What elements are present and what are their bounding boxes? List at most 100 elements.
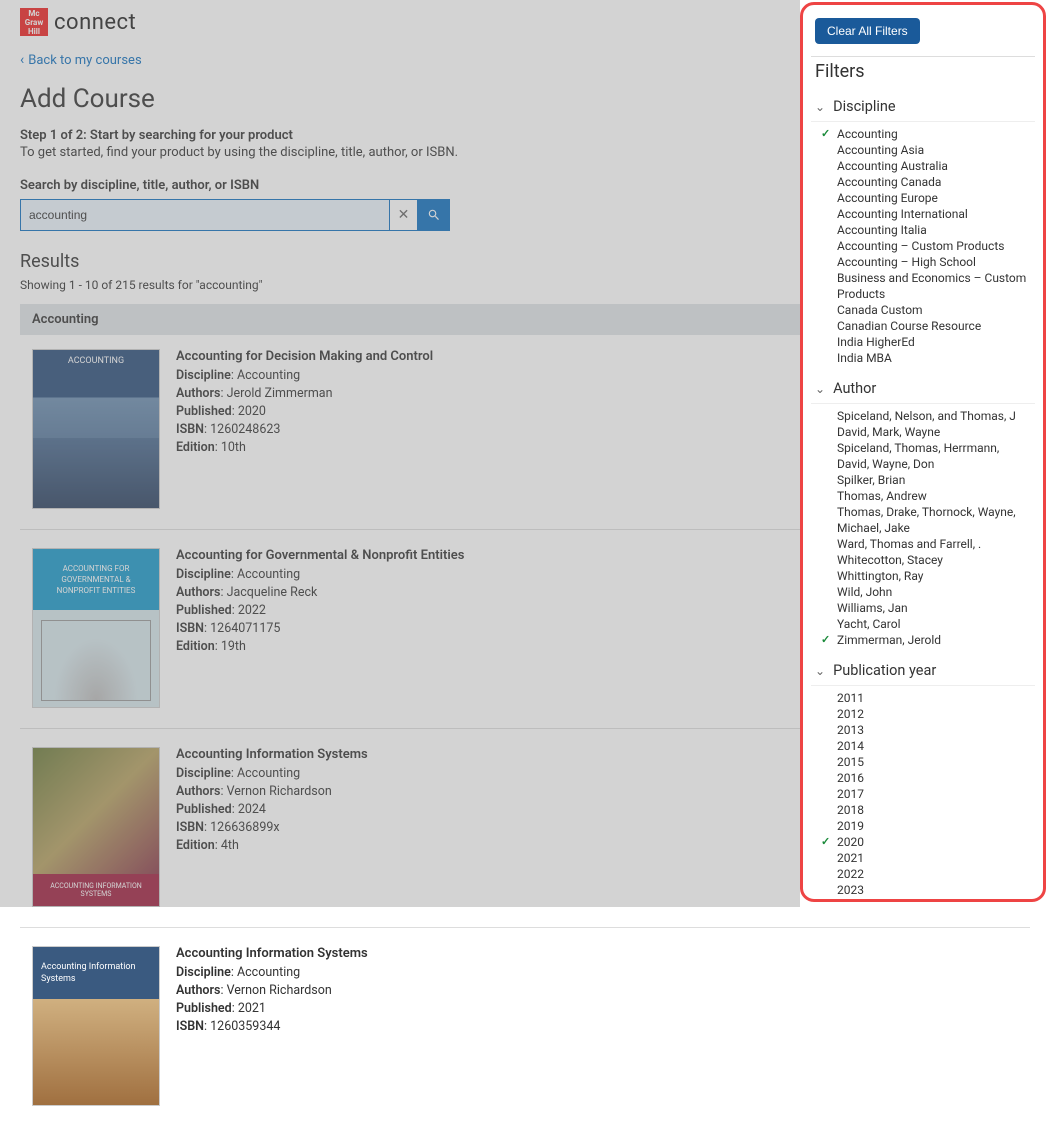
filter-option-discipline[interactable]: Accounting [835, 126, 1035, 142]
result-discipline: Discipline: Accounting [176, 566, 464, 584]
result-title: Accounting Information Systems [176, 946, 368, 961]
result-discipline: Discipline: Accounting [176, 367, 433, 385]
filter-option-discipline[interactable]: Accounting Australia [835, 158, 1035, 174]
filter-option-author[interactable]: Williams, Jan [835, 600, 1035, 616]
filter-list-discipline: AccountingAccounting AsiaAccounting Aust… [811, 122, 1035, 374]
filter-option-year[interactable]: 2014 [835, 738, 1035, 754]
clear-all-filters-button[interactable]: Clear All Filters [815, 18, 920, 44]
chevron-left-icon: ‹ [20, 52, 24, 68]
chevron-down-icon: ⌄ [815, 664, 825, 678]
filter-option-year[interactable]: 2012 [835, 706, 1035, 722]
result-isbn: ISBN: 1264071175 [176, 620, 464, 638]
filters-heading: Filters [815, 61, 1035, 82]
filter-section-author-toggle[interactable]: ⌄ Author [811, 374, 1035, 404]
close-icon: ✕ [398, 207, 410, 223]
filter-list-author: Spiceland, Nelson, and Thomas, J David, … [811, 404, 1035, 656]
filter-option-discipline[interactable]: India HigherEd [835, 334, 1035, 350]
result-published: Published: 2021 [176, 1000, 368, 1018]
result-authors: Authors: Vernon Richardson [176, 783, 368, 801]
filter-option-author[interactable]: Wild, John [835, 584, 1035, 600]
filter-option-year[interactable]: 2019 [835, 818, 1035, 834]
result-isbn: ISBN: 126636899x [176, 819, 368, 837]
logo-text-2: Graw [20, 18, 48, 27]
book-cover: ACCOUNTING INFORMATION SYSTEMS [32, 747, 160, 907]
book-cover: ACCOUNTING [32, 349, 160, 509]
filter-section-discipline-toggle[interactable]: ⌄ Discipline [811, 92, 1035, 122]
result-edition: Edition: 10th [176, 439, 433, 457]
filter-option-author[interactable]: Spiceland, Nelson, and Thomas, J David, … [835, 408, 1035, 440]
logo-text-3: Hill [20, 27, 48, 36]
result-authors: Authors: Jerold Zimmerman [176, 385, 433, 403]
result-edition: Edition: 4th [176, 837, 368, 855]
search-icon [427, 208, 441, 222]
filter-option-discipline[interactable]: Accounting – High School [835, 254, 1035, 270]
result-meta: Accounting for Decision Making and Contr… [176, 349, 433, 509]
search-input[interactable] [20, 199, 390, 231]
result-published: Published: 2024 [176, 801, 368, 819]
filter-option-discipline[interactable]: Accounting Europe [835, 190, 1035, 206]
filter-option-discipline[interactable]: India MBA [835, 350, 1035, 366]
filter-option-year[interactable]: 2013 [835, 722, 1035, 738]
book-cover: Accounting Information Systems [32, 946, 160, 1106]
filter-section-year-toggle[interactable]: ⌄ Publication year [811, 656, 1035, 686]
back-to-courses-link[interactable]: ‹ Back to my courses [20, 52, 142, 68]
logo-text-1: Mc [20, 9, 48, 18]
filter-option-year[interactable]: 2022 [835, 866, 1035, 882]
filter-option-discipline[interactable]: Business and Economics – Custom Products [835, 270, 1035, 302]
result-title: Accounting for Decision Making and Contr… [176, 349, 433, 364]
filter-option-year[interactable]: 2023 [835, 882, 1035, 898]
filter-option-author[interactable]: Zimmerman, Jerold [835, 632, 1035, 648]
filters-panel: Clear All Filters Filters ⌄ Discipline A… [800, 2, 1046, 902]
filter-option-year[interactable]: 2020 [835, 834, 1035, 850]
filter-option-discipline[interactable]: Accounting International [835, 206, 1035, 222]
filter-section-author-label: Author [833, 380, 876, 397]
filter-option-author[interactable]: Spilker, Brian [835, 472, 1035, 488]
filter-option-author[interactable]: Ward, Thomas and Farrell, . [835, 536, 1035, 552]
filter-list-year: 2011201220132014201520162017201820192020… [811, 686, 1035, 902]
connect-logo: connect [54, 10, 136, 35]
result-meta: Accounting Information Systems Discipline… [176, 747, 368, 907]
result-authors: Authors: Vernon Richardson [176, 982, 368, 1000]
filter-option-discipline[interactable]: Accounting Italia [835, 222, 1035, 238]
result-published: Published: 2020 [176, 403, 433, 421]
chevron-down-icon: ⌄ [815, 382, 825, 396]
result-title: Accounting Information Systems [176, 747, 368, 762]
result-title: Accounting for Governmental & Nonprofit … [176, 548, 464, 563]
filter-section-year-label: Publication year [833, 662, 936, 679]
search-button[interactable] [418, 199, 450, 231]
filter-option-author[interactable]: Yacht, Carol [835, 616, 1035, 632]
filter-option-discipline[interactable]: Canada Custom [835, 302, 1035, 318]
filter-option-year[interactable]: 2021 [835, 850, 1035, 866]
filter-section-discipline-label: Discipline [833, 98, 896, 115]
result-meta: Accounting Information Systems Discipline… [176, 946, 368, 1106]
result-discipline: Discipline: Accounting [176, 765, 368, 783]
filter-option-discipline[interactable]: Canadian Course Resource [835, 318, 1035, 334]
filter-option-discipline[interactable]: Accounting Canada [835, 174, 1035, 190]
result-published: Published: 2022 [176, 602, 464, 620]
filter-option-year[interactable]: 2017 [835, 786, 1035, 802]
result-edition: Edition: 19th [176, 638, 464, 656]
filter-option-author[interactable]: Spiceland, Thomas, Herrmann, David, Wayn… [835, 440, 1035, 472]
result-isbn: ISBN: 1260248623 [176, 421, 433, 439]
filter-option-author[interactable]: Whitecotton, Stacey [835, 552, 1035, 568]
clear-search-button[interactable]: ✕ [390, 199, 418, 231]
filter-option-author[interactable]: Thomas, Drake, Thornock, Wayne, Michael,… [835, 504, 1035, 536]
filter-option-discipline[interactable]: Accounting Asia [835, 142, 1035, 158]
filter-option-author[interactable]: Thomas, Andrew [835, 488, 1035, 504]
filter-option-year[interactable]: 2018 [835, 802, 1035, 818]
result-isbn: ISBN: 1260359344 [176, 1018, 368, 1036]
book-cover: ACCOUNTING FOR GOVERNMENTAL & NONPROFIT … [32, 548, 160, 708]
result-meta: Accounting for Governmental & Nonprofit … [176, 548, 464, 708]
back-link-label: Back to my courses [28, 53, 141, 68]
chevron-down-icon: ⌄ [815, 100, 825, 114]
result-authors: Authors: Jacqueline Reck [176, 584, 464, 602]
mcgraw-hill-logo: Mc Graw Hill [20, 8, 48, 36]
result-item[interactable]: Accounting Information SystemsAccounting… [20, 946, 1030, 1126]
filter-option-year[interactable]: 2024 [835, 898, 1035, 902]
filter-option-discipline[interactable]: Accounting – Custom Products [835, 238, 1035, 254]
result-discipline: Discipline: Accounting [176, 964, 368, 982]
filter-option-year[interactable]: 2015 [835, 754, 1035, 770]
filter-option-author[interactable]: Whittington, Ray [835, 568, 1035, 584]
filter-option-year[interactable]: 2011 [835, 690, 1035, 706]
filter-option-year[interactable]: 2016 [835, 770, 1035, 786]
